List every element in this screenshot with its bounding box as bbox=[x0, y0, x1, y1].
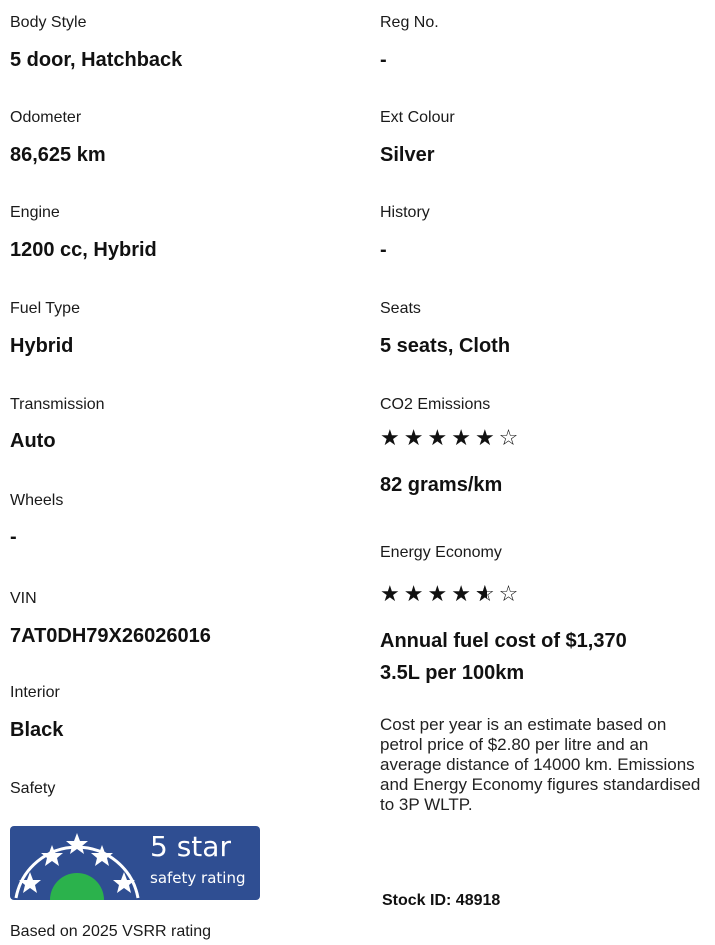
transmission-label: Transmission bbox=[10, 396, 105, 413]
safety-star-icon bbox=[19, 872, 41, 893]
reg-no-value: - bbox=[380, 49, 387, 71]
engine-value: 1200 cc, Hybrid bbox=[10, 239, 157, 261]
star-icon: ★ bbox=[380, 582, 404, 607]
safety-rating-badge: 5 star safety rating bbox=[10, 826, 260, 900]
badge-title: 5 star bbox=[150, 830, 231, 863]
fuel-consumption: 3.5L per 100km bbox=[380, 662, 525, 684]
safety-dome-icon bbox=[50, 873, 104, 900]
wheels-label: Wheels bbox=[10, 492, 64, 509]
ext-colour-value: Silver bbox=[380, 144, 435, 166]
safety-note: Based on 2025 VSRR rating bbox=[10, 923, 212, 940]
energy-label: Energy Economy bbox=[380, 544, 502, 561]
star-half-icon: ☆★ bbox=[474, 582, 499, 607]
interior-label: Interior bbox=[10, 684, 60, 701]
star-outline-icon: ☆ bbox=[498, 582, 523, 607]
badge-subtitle: safety rating bbox=[150, 869, 246, 887]
energy-star-rating: ★★★★☆★☆ bbox=[380, 583, 522, 607]
vin-value: 7AT0DH79X26026016 bbox=[10, 625, 211, 647]
seats-value: 5 seats, Cloth bbox=[380, 335, 511, 357]
wheels-value: - bbox=[10, 526, 17, 548]
star-icon: ★ bbox=[451, 426, 475, 451]
history-label: History bbox=[380, 204, 430, 221]
odometer-value: 86,625 km bbox=[10, 144, 106, 166]
co2-label: CO2 Emissions bbox=[380, 396, 491, 413]
star-icon: ★ bbox=[451, 582, 475, 607]
star-outline-icon: ☆ bbox=[498, 426, 523, 451]
safety-star-icon bbox=[66, 833, 88, 854]
cost-note: Cost per year is an estimate based on pe… bbox=[380, 715, 701, 814]
ext-colour-label: Ext Colour bbox=[380, 109, 455, 126]
odometer-label: Odometer bbox=[10, 109, 82, 126]
co2-star-rating: ★★★★★☆ bbox=[380, 427, 522, 451]
transmission-value: Auto bbox=[10, 430, 56, 452]
stock-id: Stock ID: 48918 bbox=[382, 892, 501, 909]
seats-label: Seats bbox=[380, 300, 421, 317]
body-style-value: 5 door, Hatchback bbox=[10, 49, 183, 71]
interior-value: Black bbox=[10, 719, 64, 741]
vin-label: VIN bbox=[10, 590, 37, 607]
body-style-label: Body Style bbox=[10, 14, 87, 31]
co2-value: 82 grams/km bbox=[380, 474, 503, 496]
star-icon: ★ bbox=[403, 426, 428, 451]
reg-no-label: Reg No. bbox=[380, 14, 439, 31]
star-icon: ★ bbox=[403, 582, 428, 607]
star-half-fill: ★ bbox=[475, 583, 487, 607]
star-icon: ★ bbox=[427, 582, 452, 607]
fuel-type-label: Fuel Type bbox=[10, 300, 80, 317]
engine-label: Engine bbox=[10, 204, 60, 221]
star-icon: ★ bbox=[427, 426, 452, 451]
history-value: - bbox=[380, 239, 387, 261]
safety-star-icon bbox=[113, 872, 135, 893]
fuel-type-value: Hybrid bbox=[10, 335, 74, 357]
star-icon: ★ bbox=[380, 426, 404, 451]
annual-fuel-cost: Annual fuel cost of $1,370 bbox=[380, 630, 627, 652]
safety-label: Safety bbox=[10, 780, 56, 797]
star-icon: ★ bbox=[474, 426, 499, 451]
safety-stars-graphic bbox=[14, 833, 140, 900]
